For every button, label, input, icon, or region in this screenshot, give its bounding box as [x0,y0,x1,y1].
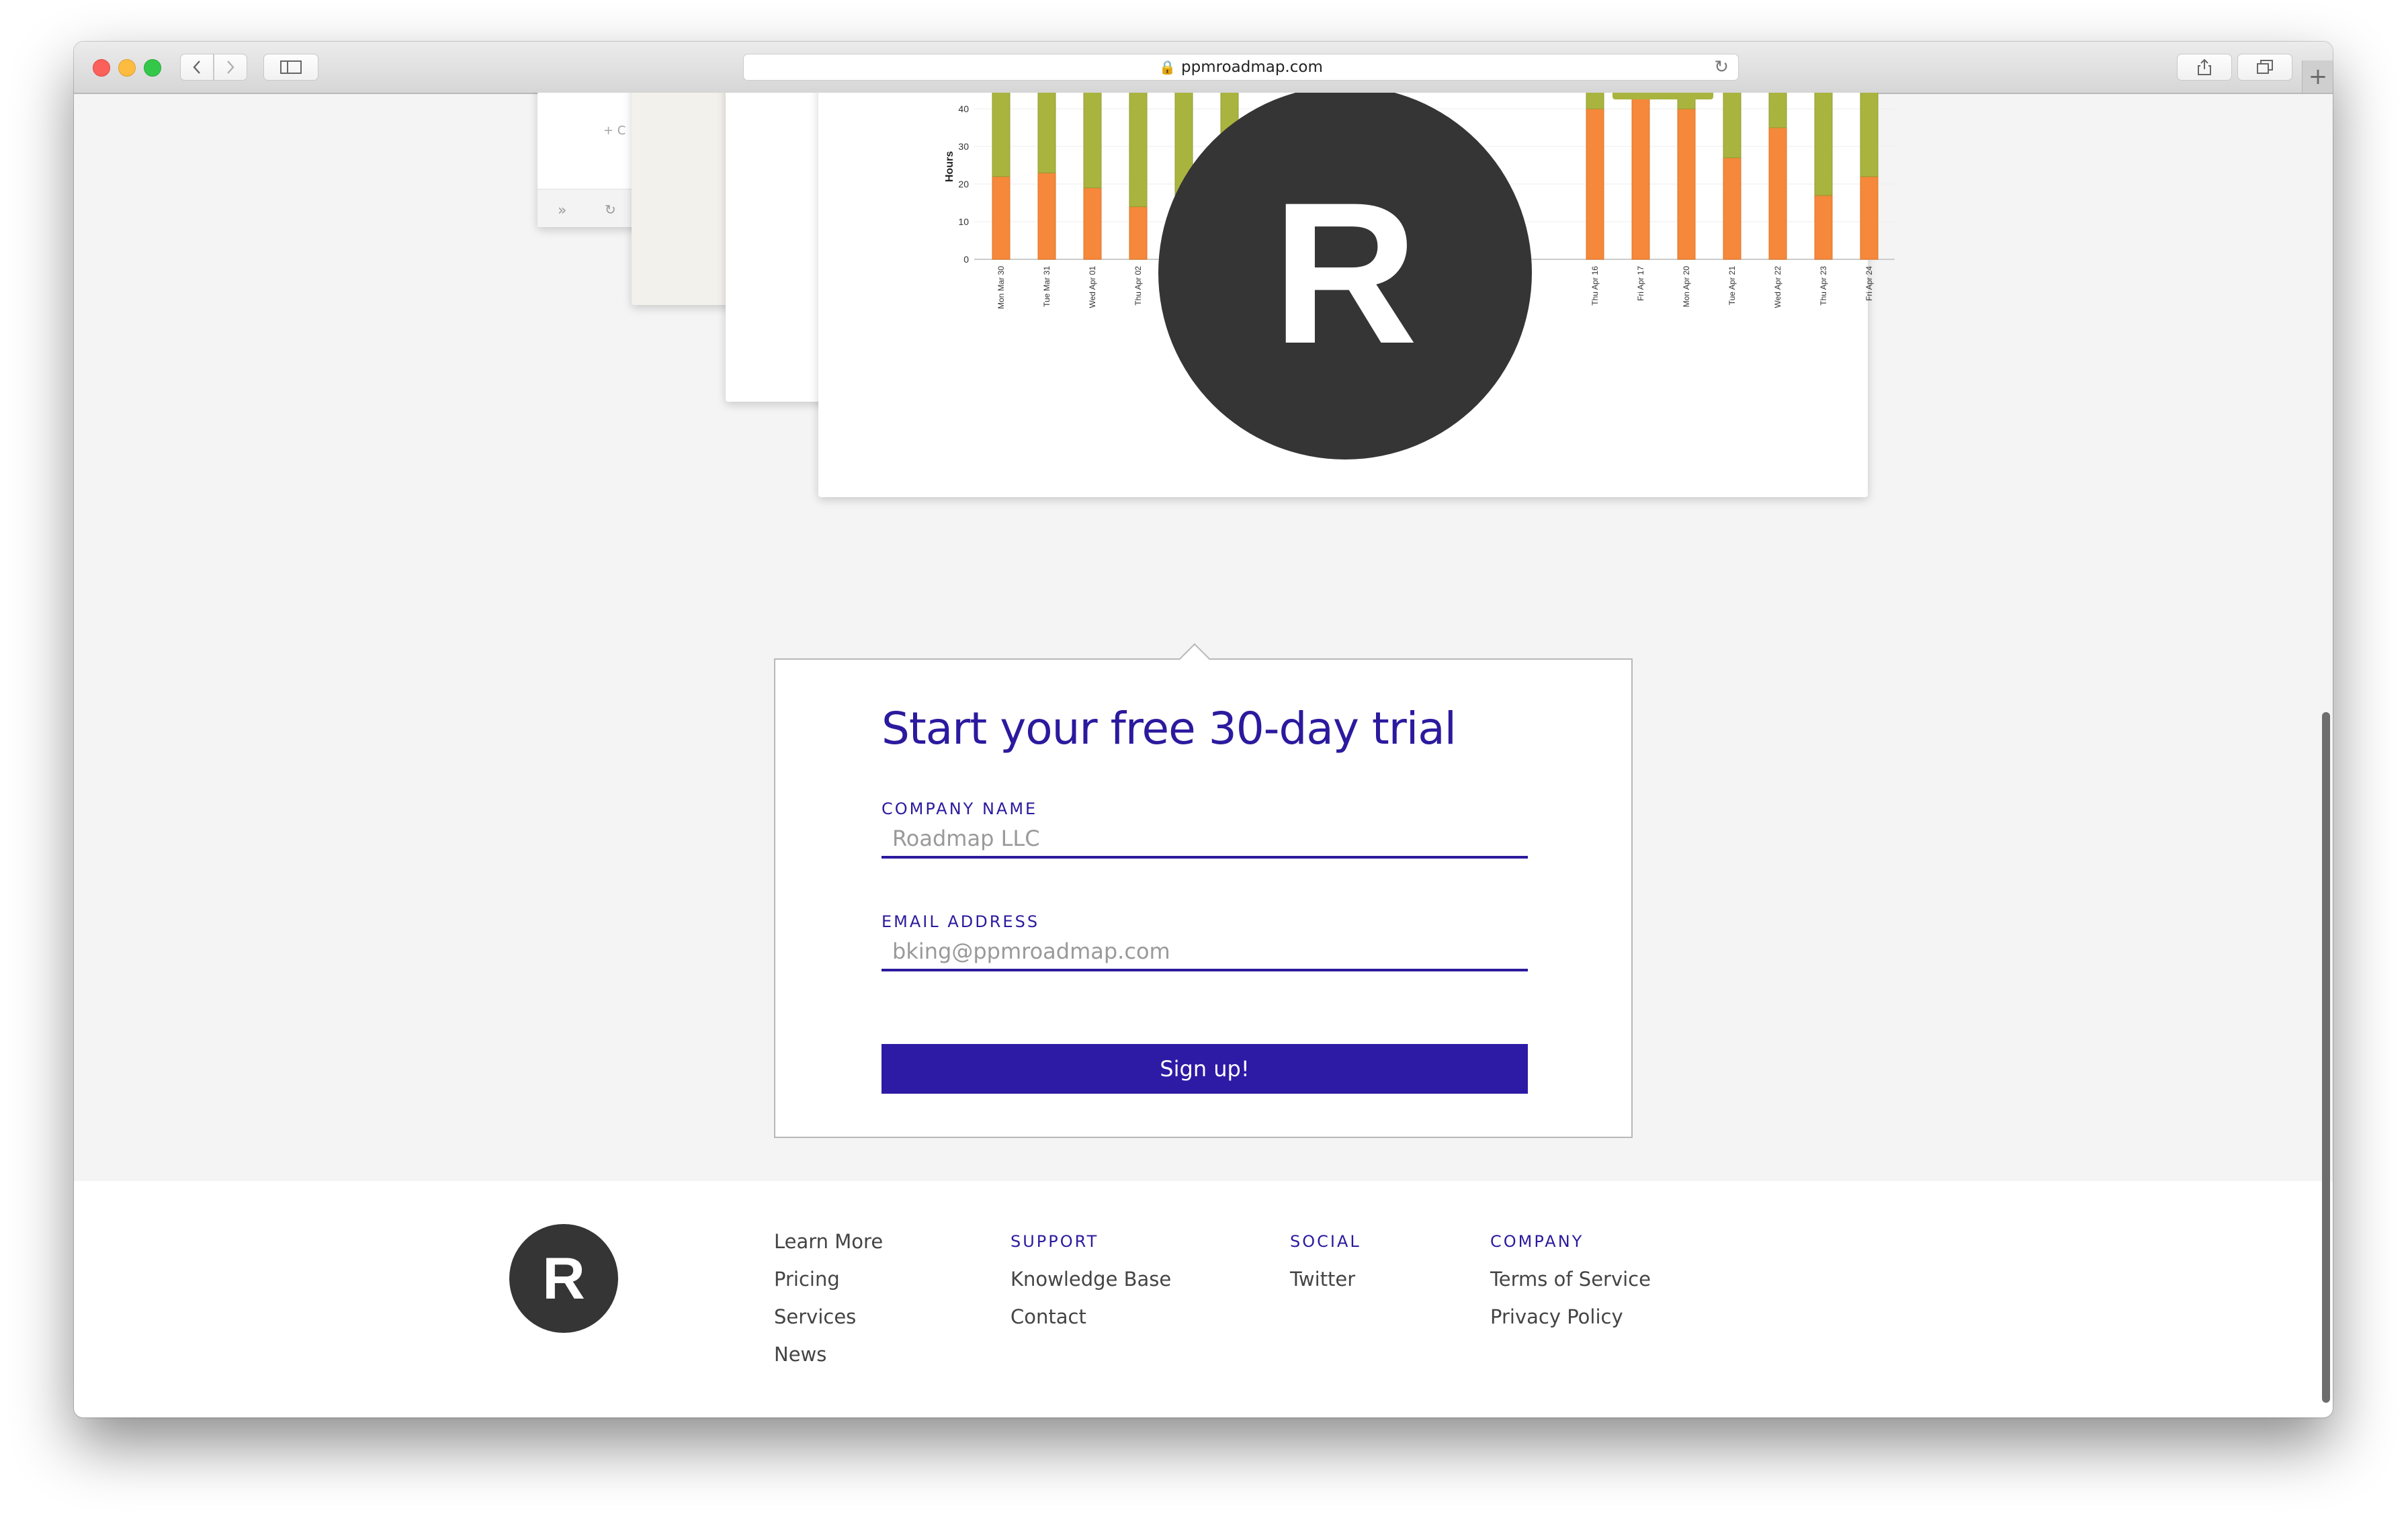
double-chevron-icon: » [558,202,567,219]
page-viewport: + C » ↻ Hours 0 10 20 30 40 Mon Mar 30 Tue Mar … [74,93,2333,1418]
bar-segment [1768,127,1787,260]
bar-segment [1129,93,1148,208]
y-tick-label: 20 [958,179,969,189]
bar-segment [1723,157,1742,260]
bar-segment [1037,172,1056,260]
x-tick-label: Mon Mar 30 [996,266,1006,309]
chevron-right-icon [227,60,234,74]
email-address-label: EMAIL ADDRESS [882,912,1040,931]
bar-segment [992,176,1010,260]
company-name-label: COMPANY NAME [882,799,1038,818]
x-tick-label: Fri Apr 17 [1636,266,1645,301]
close-window-button[interactable] [93,59,110,77]
y-axis-label: Hours [944,151,955,182]
tooltip-fragment [1612,93,1713,99]
tab-overview-button[interactable] [2237,54,2292,81]
footer-heading-social: SOCIAL [1290,1232,1361,1251]
vertical-scrollbar[interactable] [2322,712,2330,1403]
x-tick-label: Thu Apr 02 [1133,266,1143,306]
x-tick-label: Thu Apr 16 [1590,266,1600,306]
sidebar-icon [280,60,302,74]
footer-logo: R [509,1224,618,1333]
share-icon [2198,58,2211,75]
footer-heading-support: SUPPORT [1010,1232,1099,1251]
x-tick-label: Wed Apr 22 [1773,266,1782,308]
bar-segment [1037,93,1056,173]
y-tick-label: 0 [963,254,969,265]
new-tab-button[interactable]: + [2302,60,2333,93]
footer-link-knowledge-base[interactable]: Knowledge Base [1010,1266,1171,1303]
x-tick-label: Fri Apr 24 [1864,266,1874,301]
address-url: ppmroadmap.com [1181,58,1323,76]
bar-segment [1083,187,1102,260]
browser-window: 🔒 ppmroadmap.com ↻ + + C » ↻ Hours 0 10 20 3… [74,42,2333,1418]
footer-column-support: SUPPORT Knowledge Base Contact [1010,1228,1171,1341]
bar-segment [1631,93,1650,260]
x-tick-label: Wed Apr 01 [1088,266,1097,308]
back-button[interactable] [180,54,214,81]
browser-toolbar: 🔒 ppmroadmap.com ↻ + [74,42,2333,94]
footer-heading-company: COMPANY [1490,1232,1584,1251]
signup-button[interactable]: Sign up! [882,1044,1528,1094]
email-address-field[interactable] [882,934,1528,971]
form-pointer [1179,643,1210,674]
footer-link-twitter[interactable]: Twitter [1290,1266,1361,1303]
bar-segment [1860,93,1879,177]
footer-column-company: COMPANY Terms of Service Privacy Policy [1490,1228,1651,1341]
x-tick-label: Tue Mar 31 [1042,266,1051,307]
chevron-left-icon [193,60,200,74]
bar-segment [1723,93,1742,159]
footer-link-news[interactable]: News [774,1341,883,1379]
sidebar-toggle-button[interactable] [263,54,318,81]
signup-form: Start your free 30-day trial COMPANY NAM… [774,643,1633,1138]
lock-icon: 🔒 [1159,59,1176,75]
bar-segment [992,93,1010,177]
footer-link-contact[interactable]: Contact [1010,1303,1171,1341]
bar-segment [1677,108,1696,260]
x-tick-label: Mon Apr 20 [1682,266,1691,308]
sync-icon: ↻ [605,202,616,218]
forward-button[interactable] [214,54,247,81]
footer-link-services[interactable]: Services [774,1303,883,1341]
bar-segment [1586,93,1604,110]
y-tick-label: 10 [958,216,969,227]
company-name-field[interactable] [882,821,1528,859]
bar-segment [1814,93,1833,196]
bar-segment [1586,108,1604,260]
address-bar[interactable]: 🔒 ppmroadmap.com ↻ [743,54,1739,81]
footer-link-learn-more[interactable]: Learn More [774,1228,883,1266]
share-button[interactable] [2177,54,2232,81]
y-tick-label: 40 [958,103,969,114]
footer-column-social: SOCIAL Twitter [1290,1228,1361,1303]
bar-segment [1083,93,1102,189]
bar-segment [1129,206,1148,260]
y-tick-label: 30 [958,141,969,152]
footer-link-privacy[interactable]: Privacy Policy [1490,1303,1651,1341]
footer-link-pricing[interactable]: Pricing [774,1266,883,1303]
zoom-window-button[interactable] [144,59,161,77]
footer-link-terms[interactable]: Terms of Service [1490,1266,1651,1303]
x-tick-label: Tue Apr 21 [1727,266,1737,306]
bar-segment [1860,176,1879,260]
tabs-icon [2257,60,2273,74]
bar-segment [1768,93,1787,128]
add-item-icon: + C [603,124,626,138]
signup-title: Start your free 30-day trial [882,703,1457,754]
reload-icon[interactable]: ↻ [1714,57,1729,77]
x-tick-label: Thu Apr 23 [1819,266,1828,306]
bar-segment [1814,195,1833,260]
site-footer: R Learn More Pricing Services News SUPPO… [74,1181,2333,1418]
roadmap-logo: R [1158,93,1532,460]
minimize-window-button[interactable] [118,59,136,77]
footer-column-main: Learn More Pricing Services News [774,1228,883,1379]
